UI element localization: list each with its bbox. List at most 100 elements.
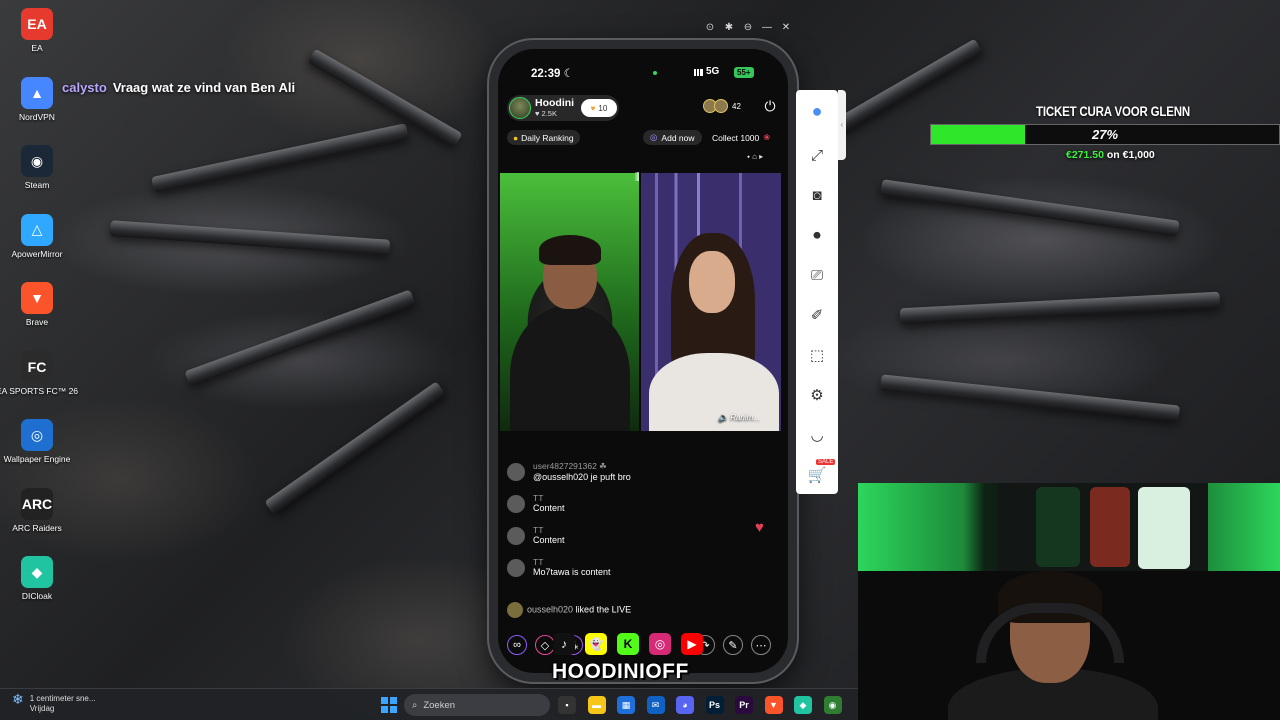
host-hair bbox=[539, 235, 601, 265]
comment-avatar[interactable] bbox=[507, 527, 525, 545]
comment-text: Content bbox=[533, 535, 565, 545]
desktop-shortcut[interactable]: ◎ Wallpaper Engine bbox=[0, 415, 74, 484]
gift-icon: ❀ bbox=[763, 132, 771, 142]
annotate-icon[interactable]: ✐ bbox=[806, 305, 828, 327]
status-bar: 22:39 ☾ 5G 55+ bbox=[498, 66, 788, 82]
heart-icon: ♥ bbox=[755, 519, 764, 536]
comment-username[interactable]: TT bbox=[533, 493, 757, 503]
host-name: Hoodini bbox=[535, 97, 575, 109]
comment-item[interactable]: TT Content bbox=[507, 525, 757, 548]
power-icon[interactable]: ⏻ bbox=[761, 97, 779, 115]
webcam-jersey bbox=[1036, 487, 1080, 567]
pin-icon[interactable]: ✱ bbox=[723, 22, 735, 33]
desktop-shortcut[interactable]: FC EA SPORTS FC™ 26 bbox=[0, 347, 78, 416]
comment-username[interactable]: TT bbox=[533, 525, 757, 535]
comment-item[interactable]: TT Content bbox=[507, 493, 757, 516]
host-video[interactable] bbox=[500, 173, 639, 431]
outlook-icon[interactable]: ✉ bbox=[646, 696, 665, 714]
goal-percent: 27% bbox=[1091, 127, 1119, 142]
comment-username[interactable]: TT bbox=[533, 557, 757, 567]
daily-ranking-label: Daily Ranking bbox=[521, 132, 574, 143]
split-layout-icon[interactable]: ⫼ bbox=[635, 172, 640, 183]
user-avatar-icon[interactable]: ● bbox=[806, 100, 828, 122]
desktop-shortcut[interactable]: ARC ARC Raiders bbox=[0, 484, 74, 553]
headset-icon[interactable]: ◡ bbox=[806, 425, 828, 447]
desktop-shortcut-label: Brave bbox=[25, 317, 49, 327]
camera-indicator-icon bbox=[653, 71, 657, 75]
host-avatar[interactable] bbox=[509, 97, 531, 119]
share-controls[interactable]: ⬩ ⌂ ▸ bbox=[747, 152, 763, 162]
premiere-icon[interactable]: Pr bbox=[735, 696, 753, 714]
signal-icon bbox=[694, 69, 703, 76]
comment-avatar[interactable] bbox=[507, 495, 525, 513]
desktop-shortcut[interactable]: ◆ DICloak bbox=[0, 552, 74, 621]
close-icon[interactable]: ✕ bbox=[780, 22, 792, 33]
collapse-panel-tab[interactable]: ‹ bbox=[838, 90, 846, 160]
edit-icon[interactable]: ✎ bbox=[723, 635, 743, 655]
fullscreen-icon[interactable]: ⤢ bbox=[806, 145, 828, 167]
screenshot-icon[interactable]: ◙ bbox=[806, 185, 828, 207]
like-event: ousselh020 liked the LIVE bbox=[507, 602, 631, 618]
collect-button[interactable]: Collect 1000 ❀ bbox=[708, 130, 774, 145]
crop-icon[interactable]: ⬚ bbox=[806, 345, 828, 367]
phone-mirror: 22:39 ☾ 5G 55+ Hoodini ♥ 2.5K ♥ 10 42 ⏻ ●… bbox=[489, 40, 797, 682]
minimize-icon[interactable]: — bbox=[761, 22, 773, 33]
desktop-shortcut-label: ARC Raiders bbox=[12, 522, 62, 533]
mirror-window-controls: ⊙ ✱ ⊖ — ✕ bbox=[704, 22, 792, 33]
search-icon: ⌕ bbox=[412, 699, 418, 711]
brave-taskbar-icon[interactable]: ▼ bbox=[764, 696, 783, 714]
task-view-icon[interactable]: ▪ bbox=[558, 696, 576, 714]
comment-avatar[interactable] bbox=[507, 463, 525, 481]
weather-title: 1 centimeter sne... bbox=[29, 694, 96, 703]
record-video-icon[interactable]: ⏺ bbox=[806, 225, 828, 247]
dicloak-taskbar-icon[interactable]: ◆ bbox=[794, 696, 812, 714]
wallpaper-pistol bbox=[880, 179, 1180, 237]
taskbar-search[interactable]: ⌕ Zoeken bbox=[404, 694, 550, 716]
desktop-shortcut-label: ApowerMirror bbox=[11, 248, 63, 259]
weather-widget[interactable]: ❄ 1 centimeter sne... Vrijdag bbox=[12, 692, 96, 714]
record-icon[interactable]: ⊖ bbox=[742, 22, 754, 33]
calculator-icon[interactable]: ▦ bbox=[617, 696, 635, 714]
comment-avatar[interactable] bbox=[507, 559, 525, 577]
settings-icon[interactable]: ⊙ bbox=[704, 22, 716, 33]
guest-video[interactable]: 🔈 Ranim... bbox=[641, 173, 781, 431]
mirror-side-toolbar: ● ⤢ ◙ ⏺ ⎚ ✐ ⬚ ⚙ ◡ SALE 🛒 bbox=[796, 90, 838, 494]
comment-item[interactable]: TT Mo7tawa is content bbox=[507, 557, 757, 580]
link-icon[interactable]: ∞ bbox=[507, 635, 527, 655]
windows-start-icon[interactable] bbox=[381, 697, 397, 713]
comment-item[interactable]: user4827291362 ☘ @ousselh020 je puft bro bbox=[507, 461, 757, 484]
screen-cast-icon[interactable]: ⎚ bbox=[806, 265, 828, 287]
viewers-area[interactable]: 42 bbox=[703, 99, 741, 113]
follow-badge[interactable]: ♥ 10 bbox=[581, 99, 617, 117]
comment-username[interactable]: user4827291362 ☘ bbox=[533, 461, 757, 472]
desktop-shortcut-label: EA bbox=[31, 43, 43, 53]
comment-text: @ousselh020 je puft bro bbox=[533, 472, 631, 482]
brave-icon: ▼ bbox=[21, 282, 53, 314]
settings-gear-icon[interactable]: ⚙ bbox=[806, 385, 828, 407]
speaker-icon: 🔈 bbox=[718, 413, 728, 422]
wallpaper-pistol bbox=[184, 289, 416, 387]
heart-badge-icon: ♥ bbox=[590, 103, 596, 113]
discord-icon[interactable]: ◕ bbox=[676, 696, 694, 714]
ranking-row: ● Daily Ranking ◎ Add now Collect 1000 ❀ bbox=[507, 130, 787, 146]
more-icon[interactable]: ⋯ bbox=[751, 635, 771, 655]
desktop-shortcut[interactable]: △ ApowerMirror bbox=[0, 210, 74, 279]
wallpaper-pistol bbox=[151, 123, 409, 193]
desktop-shortcut[interactable]: ▼ Brave bbox=[0, 278, 74, 347]
daily-ranking-button[interactable]: ● Daily Ranking bbox=[507, 130, 580, 145]
desktop-shortcut-label: EA SPORTS FC™ 26 bbox=[0, 385, 79, 396]
obs-icon[interactable]: ◉ bbox=[823, 696, 842, 714]
phone-screen: 22:39 ☾ 5G 55+ Hoodini ♥ 2.5K ♥ 10 42 ⏻ ●… bbox=[498, 49, 788, 673]
live-toolbar: ∞ ◇ ⁂ ↷ ✎ ⋯ bbox=[507, 635, 779, 657]
effects-icon[interactable]: ◇ bbox=[535, 635, 555, 655]
file-explorer-icon[interactable]: ▬ bbox=[587, 696, 606, 714]
photoshop-icon[interactable]: Ps bbox=[705, 696, 724, 714]
desktop-shortcut[interactable]: ◉ Steam bbox=[0, 141, 74, 210]
desktop-shortcut[interactable]: EA EA bbox=[0, 4, 74, 73]
host-info[interactable]: Hoodini ♥ 2.5K ♥ 10 bbox=[507, 95, 619, 121]
add-now-button[interactable]: ◎ Add now bbox=[643, 130, 702, 145]
goal-progress-bar: 27% bbox=[930, 124, 1280, 145]
cart-icon[interactable]: 🛒 bbox=[806, 465, 828, 487]
wallpaper-pistol bbox=[827, 38, 983, 138]
add-icon: ◎ bbox=[650, 132, 658, 142]
